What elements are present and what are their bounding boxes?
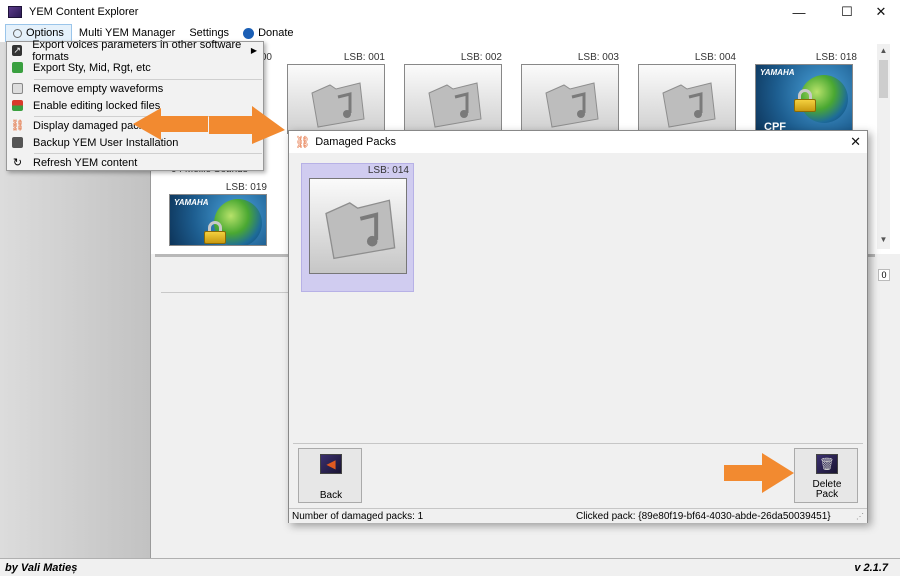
close-button[interactable]: ✕ [864,0,898,24]
menu-donate-label: Donate [258,27,294,39]
annotation-arrow-icon [133,106,285,144]
pack-tile [287,64,385,134]
scroll-down-icon[interactable]: ▼ [877,235,890,247]
pack-tile: YAMAHA CPF [755,64,853,134]
pack-lsb: LSB: 001 [343,52,385,63]
dialog-title: Damaged Packs [315,136,396,148]
refresh-icon: ↻ [12,157,23,169]
trash-icon [12,83,23,94]
back-label: Back [319,490,343,501]
damaged-packs-list: LSB: 014 [293,159,863,443]
menu-options-label: Options [26,27,64,39]
menu-item-label: Refresh YEM content [33,156,138,169]
pack-item[interactable]: LSB: 019 YAMAHA [169,182,269,254]
backup-icon [12,137,23,148]
pack-item[interactable]: LSB: 001 [287,52,387,142]
music-folder-icon [325,199,396,260]
menu-settings-label: Settings [189,27,230,39]
pack-tile [638,64,736,134]
menu-item-export-sty[interactable]: Export Sty, Mid, Rgt, etc [7,59,263,76]
broken-link-icon: ⛓ [295,135,311,149]
lock-icon [204,221,226,244]
damaged-pack-item[interactable]: LSB: 014 [301,163,414,292]
pack-lsb: LSB: 004 [694,52,736,63]
yamaha-logo: YAMAHA [174,198,209,207]
clicked-pack-id: Clicked pack: {89e80f19-bf64-4030-abde-2… [576,511,831,522]
dialog-title-bar: ⛓ Damaged Packs ✕ [289,131,867,153]
dialog-status-bar: Number of damaged packs: 1 Clicked pack:… [289,508,867,523]
menu-item-label: Remove empty waveforms [33,82,164,95]
pack-tile [404,64,502,134]
annotation-arrow-icon [724,453,794,493]
pack-tile [521,64,619,134]
scroll-thumb[interactable] [879,60,888,98]
minimize-button[interactable]: — [782,0,816,24]
menu-item-export-voices[interactable]: ↗ Export voices parameters in other soft… [7,39,263,63]
damaged-count: Number of damaged packs: 1 [292,511,424,522]
dialog-close-button[interactable]: ✕ [850,134,861,150]
back-arrow-icon: ◀ [320,454,342,474]
menu-item-refresh[interactable]: ↻ Refresh YEM content [7,154,263,171]
lock-icon [794,89,816,112]
maximize-button[interactable]: ☐ [830,0,864,24]
music-folder-icon [311,82,365,128]
export-icon: ↗ [12,45,23,56]
pack-lsb: LSB: 014 [367,165,409,176]
submenu-arrow-icon: ▶ [250,46,257,55]
pack-item[interactable]: LSB: 004 [638,52,738,142]
pack-lsb: LSB: 018 [815,52,857,63]
menu-item-label: Export Sty, Mid, Rgt, etc [33,61,151,74]
menu-multi-yem-label: Multi YEM Manager [78,27,176,39]
author-credit: by Vali Matieș [5,562,78,574]
pack-tile [309,178,407,274]
yamaha-logo: YAMAHA [760,68,795,77]
paypal-icon [243,27,255,39]
music-folder-icon [545,82,599,128]
app-icon [8,6,22,18]
pack-lsb: LSB: 019 [225,182,267,193]
pack-item[interactable]: LSB: 002 [404,52,504,142]
back-button[interactable]: ◀ Back [298,448,362,503]
pack-item[interactable]: LSB: 003 [521,52,621,142]
pack-item[interactable]: LSB: 018 YAMAHA CPF [755,52,859,142]
music-folder-icon [662,82,716,128]
unlock-icon [12,100,23,111]
count-box: 0 [878,269,890,281]
grid-scrollbar[interactable]: ▲ ▼ [877,44,890,249]
pack-tile: YAMAHA [169,194,267,246]
window-title: YEM Content Explorer [29,6,139,18]
menu-item-remove-empty[interactable]: Remove empty waveforms [7,80,263,97]
delete-label-line2: Pack [815,489,839,500]
version-label: v 2.1.7 [854,562,888,574]
title-bar: YEM Content Explorer — ☐ ✕ [0,0,900,24]
delete-icon: 🗑 [816,454,838,474]
music-folder-icon [428,82,482,128]
scroll-up-icon[interactable]: ▲ [877,46,890,58]
broken-link-icon: ⛓ [10,120,25,132]
resize-grip-icon[interactable]: ⋰ [856,512,864,521]
delete-pack-button[interactable]: 🗑 Delete Pack [794,448,858,503]
pack-lsb: LSB: 003 [577,52,619,63]
gear-icon [13,28,22,38]
export-styles-icon [12,62,23,73]
pack-lsb: LSB: 002 [460,52,502,63]
status-bar: by Vali Matieș v 2.1.7 [0,558,900,576]
